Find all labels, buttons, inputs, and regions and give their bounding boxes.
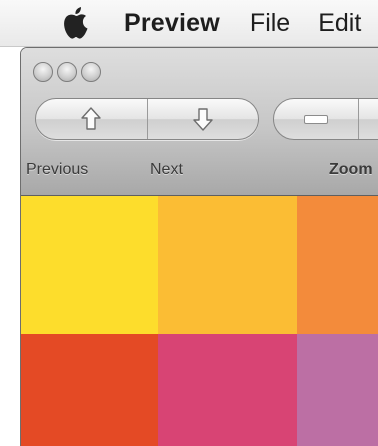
document-content — [21, 196, 378, 446]
window-controls — [33, 62, 101, 82]
arrow-down-icon — [193, 108, 213, 131]
zoom-label: Zoom — [329, 161, 373, 178]
next-label: Next — [150, 161, 183, 178]
next-button[interactable] — [148, 99, 259, 139]
color-swatch-amber — [158, 196, 297, 334]
color-swatch-yellow — [21, 196, 158, 334]
close-window-button[interactable] — [33, 62, 53, 82]
apple-menu-icon[interactable] — [62, 5, 90, 41]
previous-button[interactable] — [36, 99, 147, 139]
window-toolbar: Previous Next Zoom — [21, 48, 378, 196]
menu-file[interactable]: File — [250, 9, 290, 38]
zoom-window-button[interactable] — [81, 62, 101, 82]
menu-bar: Preview File Edit — [0, 0, 378, 47]
minus-icon — [304, 114, 328, 124]
zoom-out-button[interactable] — [274, 99, 358, 139]
segment-divider — [358, 99, 359, 139]
minimize-window-button[interactable] — [57, 62, 77, 82]
color-swatch-orange — [297, 196, 378, 334]
menu-edit[interactable]: Edit — [318, 9, 361, 38]
previous-label: Previous — [26, 161, 89, 178]
color-swatch-red — [21, 334, 158, 446]
color-swatch-purple — [297, 334, 378, 446]
color-swatch-pink — [158, 334, 297, 446]
previous-next-control — [35, 98, 259, 140]
app-menu-preview[interactable]: Preview — [124, 9, 220, 38]
arrow-up-icon — [81, 107, 101, 130]
preview-window: Previous Next Zoom — [20, 47, 378, 446]
zoom-control — [273, 98, 378, 140]
